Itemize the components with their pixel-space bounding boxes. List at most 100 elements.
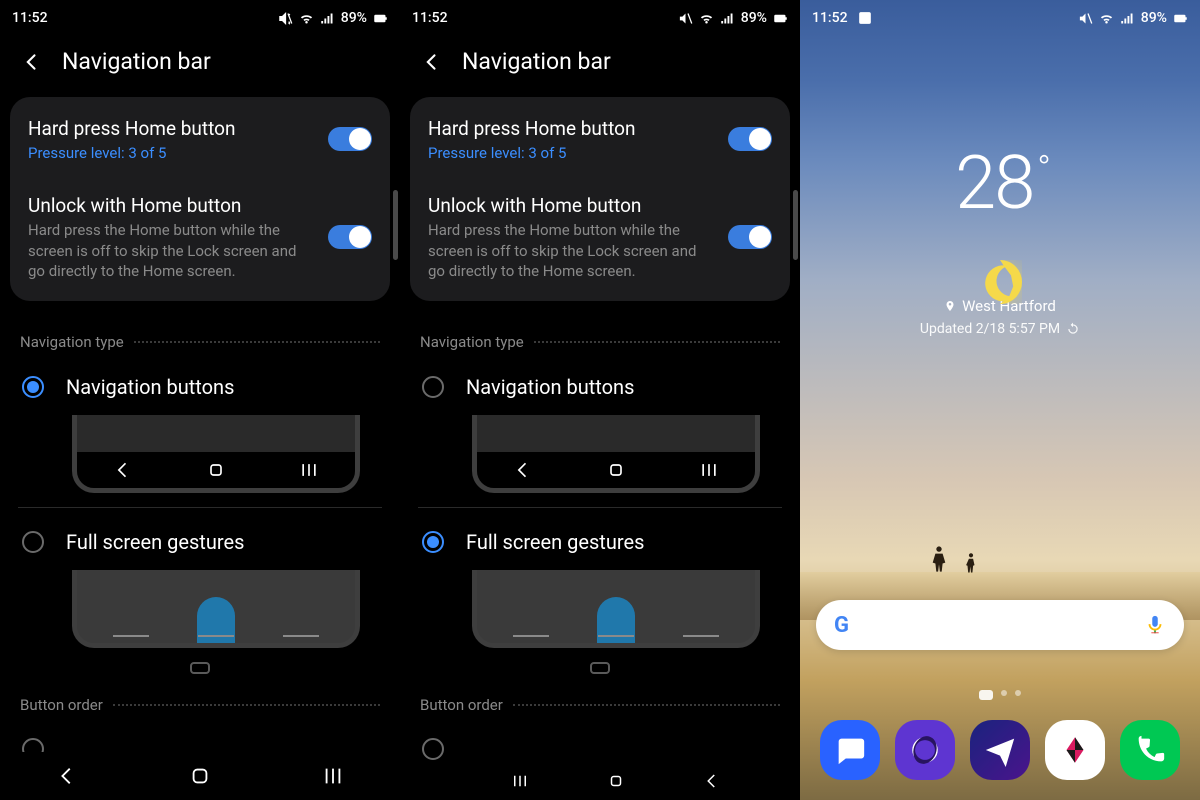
home-nav-icon: [606, 460, 626, 480]
preview-nav-buttons: [472, 415, 760, 493]
recents-button[interactable]: [322, 765, 344, 787]
back-nav-icon: [703, 772, 721, 790]
status-bar: 11:52 89%: [400, 0, 800, 30]
app-phone[interactable]: [1120, 720, 1180, 780]
mic-icon[interactable]: [1144, 614, 1166, 636]
scrollbar[interactable]: [793, 190, 798, 260]
home-pill-icon: [590, 662, 610, 674]
page-title: Navigation bar: [462, 48, 611, 75]
setting-hard-press[interactable]: Hard press Home button Pressure level: 3…: [410, 101, 790, 178]
section-label: Navigation type: [420, 333, 524, 351]
option-button-order[interactable]: [400, 724, 800, 760]
home-pill-icon: [190, 662, 210, 674]
preview-button-order: [472, 762, 760, 800]
settings-card: Hard press Home button Pressure level: 3…: [410, 97, 790, 301]
google-logo-icon: G: [834, 613, 849, 638]
option-gestures[interactable]: Full screen gestures: [0, 516, 400, 566]
signal-icon: [1120, 11, 1135, 26]
app-gallery[interactable]: [1045, 720, 1105, 780]
setting-hard-press[interactable]: Hard press Home button Pressure level: 3…: [10, 101, 390, 178]
preview-gestures: [472, 570, 760, 648]
radio-unselected-icon[interactable]: [22, 531, 44, 553]
moon-icon: [978, 260, 1022, 304]
status-bar: 11:52 89%: [800, 0, 1200, 30]
option-nav-buttons[interactable]: Navigation buttons: [400, 361, 800, 411]
back-nav-icon: [113, 460, 133, 480]
wifi-icon: [699, 11, 714, 26]
status-bar: 11:52 89%: [0, 0, 400, 30]
app-send[interactable]: [970, 720, 1030, 780]
setting-subtitle: Hard press the Home button while the scr…: [428, 220, 716, 281]
recents-nav-icon: [511, 772, 529, 790]
preview-gestures: [72, 570, 360, 648]
settings-card: Hard press Home button Pressure level: 3…: [10, 97, 390, 301]
status-time: 11:52: [812, 10, 848, 26]
back-button[interactable]: [56, 765, 78, 787]
screen-1-settings-nav-buttons: 11:52 89% Navigation bar Hard press Home…: [0, 0, 400, 800]
radio-unselected-icon[interactable]: [422, 738, 444, 760]
option-label: Navigation buttons: [466, 375, 634, 399]
setting-title: Hard press Home button: [428, 117, 716, 142]
signal-icon: [720, 11, 735, 26]
radio-selected-icon[interactable]: [22, 376, 44, 398]
wifi-icon: [1099, 11, 1114, 26]
mute-icon: [678, 11, 693, 26]
section-nav-type: Navigation type: [0, 313, 400, 361]
option-gestures[interactable]: Full screen gestures: [400, 516, 800, 566]
option-label: Navigation buttons: [66, 375, 234, 399]
status-icons: 89%: [678, 10, 788, 26]
setting-subtitle: Hard press the Home button while the scr…: [28, 220, 316, 281]
battery-icon: [373, 11, 388, 26]
back-icon[interactable]: [22, 52, 42, 72]
toggle-unlock-home[interactable]: [328, 225, 372, 249]
page-header: Navigation bar: [400, 30, 800, 97]
setting-title: Hard press Home button: [28, 117, 316, 142]
screen-2-settings-gestures: 11:52 89% Navigation bar Hard press Home…: [400, 0, 800, 800]
recents-nav-icon: [699, 460, 719, 480]
recents-nav-icon: [299, 460, 319, 480]
screen-3-home: 11:52 89% 28° West Hartford Updated 2/18…: [800, 0, 1200, 800]
setting-subtitle: Pressure level: 3 of 5: [28, 144, 316, 162]
home-nav-icon: [607, 772, 625, 790]
option-nav-buttons[interactable]: Navigation buttons: [0, 361, 400, 411]
toggle-unlock-home[interactable]: [728, 225, 772, 249]
setting-title: Unlock with Home button: [28, 194, 316, 219]
option-label: Full screen gestures: [466, 530, 644, 554]
location-pin-icon: [944, 300, 956, 312]
radio-unselected-icon[interactable]: [422, 376, 444, 398]
section-button-order: Button order: [400, 676, 800, 724]
silhouette-icon: [930, 546, 948, 572]
refresh-icon[interactable]: [1066, 322, 1080, 336]
battery-pct: 89%: [741, 10, 767, 26]
home-button[interactable]: [189, 765, 211, 787]
system-nav-bar: [0, 752, 400, 800]
mute-icon: [1078, 11, 1093, 26]
toggle-hard-press[interactable]: [328, 127, 372, 151]
status-time: 11:52: [412, 10, 448, 26]
radio-selected-icon[interactable]: [422, 531, 444, 553]
section-label: Button order: [420, 696, 503, 714]
page-indicator[interactable]: [979, 690, 1021, 700]
section-label: Button order: [20, 696, 103, 714]
app-dock: [800, 720, 1200, 780]
app-messages[interactable]: [820, 720, 880, 780]
scrollbar[interactable]: [393, 190, 398, 260]
battery-icon: [1173, 11, 1188, 26]
setting-subtitle: Pressure level: 3 of 5: [428, 144, 716, 162]
signal-icon: [320, 11, 335, 26]
temperature: 28°: [800, 140, 1200, 227]
google-search-bar[interactable]: G: [816, 600, 1184, 650]
preview-nav-buttons: [72, 415, 360, 493]
weather-widget[interactable]: 28° West Hartford Updated 2/18 5:57 PM: [800, 140, 1200, 337]
setting-unlock-home[interactable]: Unlock with Home button Hard press the H…: [410, 178, 790, 297]
home-nav-icon: [206, 460, 226, 480]
battery-pct: 89%: [1141, 10, 1167, 26]
wallpaper-beach: [800, 360, 1200, 620]
back-icon[interactable]: [422, 52, 442, 72]
setting-unlock-home[interactable]: Unlock with Home button Hard press the H…: [10, 178, 390, 297]
app-internet[interactable]: [895, 720, 955, 780]
page-header: Navigation bar: [0, 30, 400, 97]
toggle-hard-press[interactable]: [728, 127, 772, 151]
battery-pct: 89%: [341, 10, 367, 26]
section-label: Navigation type: [20, 333, 124, 351]
